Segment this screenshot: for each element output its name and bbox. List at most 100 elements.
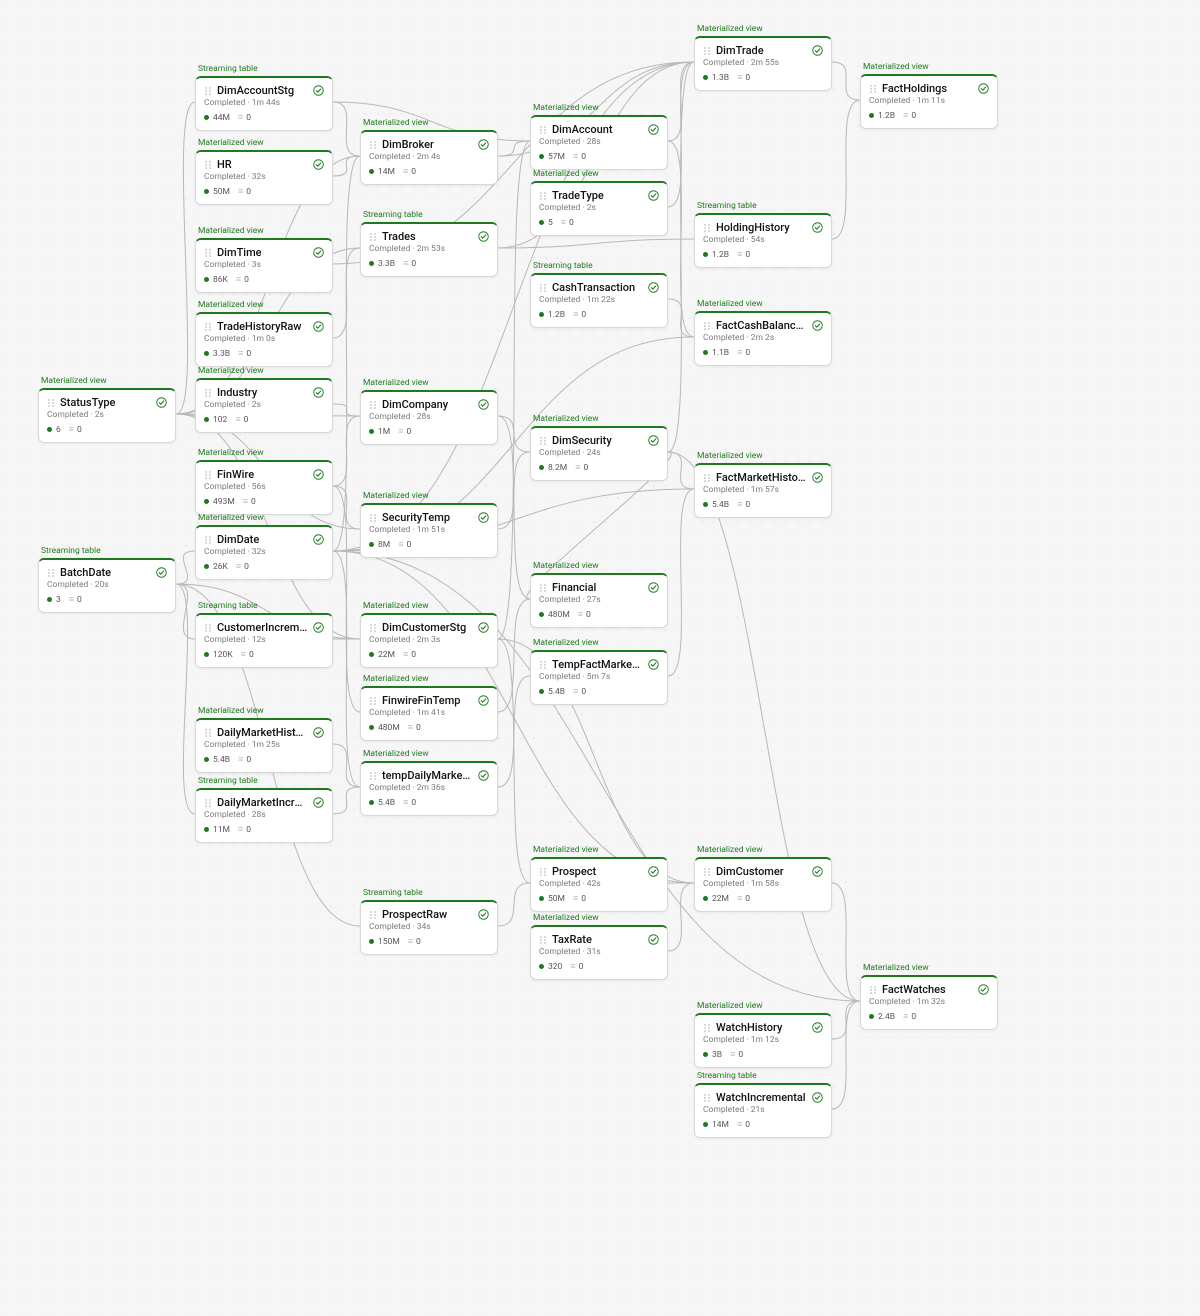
edge-dimTrade-factHoldings — [832, 62, 860, 100]
node-title: DimCustomer — [716, 865, 807, 878]
node-secondary-count: 0 — [581, 310, 586, 320]
status-dot-icon — [369, 725, 374, 730]
node-tempFactMH[interactable]: Materialized viewTempFactMarketH...Compl… — [530, 650, 668, 705]
node-dimAccountStg[interactable]: Streaming tableDimAccountStgCompleted · … — [195, 76, 333, 131]
status-dot-icon — [369, 429, 374, 434]
node-dimCustomer[interactable]: Materialized viewDimCustomerCompleted · … — [694, 857, 832, 912]
status-dot-icon — [703, 502, 708, 507]
node-metrics: 50M≡0 — [539, 893, 659, 904]
node-taxRate[interactable]: Materialized viewTaxRateCompleted · 31s3… — [530, 925, 668, 980]
status-dot-icon — [539, 612, 544, 617]
node-holdingHistory[interactable]: Streaming tableHoldingHistoryCompleted ·… — [694, 213, 832, 268]
edge-dimDate-dimBroker — [333, 156, 360, 551]
node-dailyMarketHist[interactable]: Materialized viewDailyMarketHistori...Co… — [195, 718, 333, 773]
node-financial[interactable]: Materialized viewFinancialCompleted · 27… — [530, 573, 668, 628]
drag-handle-icon — [539, 283, 547, 293]
node-trades[interactable]: Streaming tableTradesCompleted · 2m 53s3… — [360, 222, 498, 277]
node-factWatches[interactable]: Materialized viewFactWatchesCompleted · … — [860, 975, 998, 1030]
node-statusType[interactable]: Materialized viewStatusTypeCompleted · 2… — [38, 388, 176, 443]
node-dimDate[interactable]: Materialized viewDimDateCompleted · 32s2… — [195, 525, 333, 580]
node-dimBroker[interactable]: Materialized viewDimBrokerCompleted · 2m… — [360, 130, 498, 185]
node-factCashBalances[interactable]: Materialized viewFactCashBalancesComplet… — [694, 311, 832, 366]
node-tradeType[interactable]: Materialized viewTradeTypeCompleted · 2s… — [530, 181, 668, 236]
drag-handle-icon — [369, 400, 377, 410]
node-row-count: 1.1B — [712, 348, 729, 358]
node-factMarketHistory[interactable]: Materialized viewFactMarketHistoryComple… — [694, 463, 832, 518]
node-finWire[interactable]: Materialized viewFinWireCompleted · 56s4… — [195, 460, 333, 515]
node-secondary-count: 0 — [244, 275, 249, 285]
edge-securityTemp-dimSecurity — [498, 452, 530, 529]
node-secondary-count: 0 — [911, 1012, 916, 1022]
node-metrics: 120K≡0 — [204, 649, 324, 660]
node-title: FactCashBalances — [716, 319, 807, 332]
node-watchHistory[interactable]: Materialized viewWatchHistoryCompleted ·… — [694, 1013, 832, 1068]
drag-handle-icon — [703, 473, 711, 483]
node-prospect[interactable]: Materialized viewProspectCompleted · 42s… — [530, 857, 668, 912]
node-status: Completed · 1m 11s — [869, 96, 989, 106]
node-secondary-count: 0 — [411, 650, 416, 660]
node-securityTemp[interactable]: Materialized viewSecurityTempCompleted ·… — [360, 503, 498, 558]
status-dot-icon — [703, 252, 708, 257]
node-type-label: Streaming table — [41, 546, 101, 556]
bars-icon: ≡ — [243, 496, 247, 507]
node-metrics: 5.4B≡0 — [204, 754, 324, 765]
node-title: CustomerIncreme... — [217, 621, 308, 634]
node-metrics: 8.2M≡0 — [539, 462, 659, 473]
node-status: Completed · 21s — [703, 1105, 823, 1115]
node-type-label: Streaming table — [198, 776, 258, 786]
edge-tempFactMH-factMarketHistory — [668, 489, 694, 676]
node-metrics: 480M≡0 — [539, 609, 659, 620]
node-status: Completed · 32s — [204, 172, 324, 182]
status-dot-icon — [204, 564, 209, 569]
drag-handle-icon — [47, 568, 55, 578]
node-status: Completed · 34s — [369, 922, 489, 932]
edge-dimCustomer-factWatches — [832, 883, 860, 1001]
node-tempDailyMH[interactable]: Materialized viewtempDailyMarketH...Comp… — [360, 761, 498, 816]
node-metrics: 26K≡0 — [204, 561, 324, 572]
node-industry[interactable]: Materialized viewIndustryCompleted · 2s1… — [195, 378, 333, 433]
node-dimCompany[interactable]: Materialized viewDimCompanyCompleted · 2… — [360, 390, 498, 445]
node-watchIncremental[interactable]: Streaming tableWatchIncrementalCompleted… — [694, 1083, 832, 1138]
node-dimTrade[interactable]: Materialized viewDimTradeCompleted · 2m … — [694, 36, 832, 91]
node-row-count: 3B — [712, 1050, 722, 1060]
success-check-icon — [812, 45, 823, 56]
node-batchDate[interactable]: Streaming tableBatchDateCompleted · 20s3… — [38, 558, 176, 613]
edge-hr-dimBroker — [333, 156, 360, 176]
node-status: Completed · 32s — [204, 547, 324, 557]
edge-finwireFinTemp-financial — [498, 599, 530, 712]
node-cashTransaction[interactable]: Streaming tableCashTransactionCompleted … — [530, 273, 668, 328]
drag-handle-icon — [204, 470, 212, 480]
node-customerIncr[interactable]: Streaming tableCustomerIncreme...Complet… — [195, 613, 333, 668]
node-secondary-count: 0 — [745, 1120, 750, 1130]
node-factHoldings[interactable]: Materialized viewFactHoldingsCompleted ·… — [860, 74, 998, 129]
node-dimTime[interactable]: Materialized viewDimTimeCompleted · 3s86… — [195, 238, 333, 293]
bars-icon: ≡ — [737, 347, 741, 358]
success-check-icon — [313, 797, 324, 808]
node-type-label: Materialized view — [363, 601, 429, 611]
status-dot-icon — [204, 827, 209, 832]
node-prospectRaw[interactable]: Streaming tableProspectRawCompleted · 34… — [360, 900, 498, 955]
status-dot-icon — [539, 896, 544, 901]
node-type-label: Materialized view — [198, 706, 264, 716]
bars-icon: ≡ — [573, 151, 577, 162]
node-dimAccount[interactable]: Materialized viewDimAccountCompleted · 2… — [530, 115, 668, 170]
node-type-label: Materialized view — [198, 226, 264, 236]
node-title: WatchHistory — [716, 1021, 807, 1034]
node-tradeHistoryRaw[interactable]: Materialized viewTradeHistoryRawComplete… — [195, 312, 333, 367]
edge-watchIncremental-factWatches — [832, 1001, 860, 1109]
node-type-label: Materialized view — [533, 638, 599, 648]
node-dailyMarketIncr[interactable]: Streaming tableDailyMarketIncrem...Compl… — [195, 788, 333, 843]
node-metrics: 5≡0 — [539, 217, 659, 228]
node-dimSecurity[interactable]: Materialized viewDimSecurityCompleted · … — [530, 426, 668, 481]
node-hr[interactable]: Materialized viewHRCompleted · 32s50M≡0 — [195, 150, 333, 205]
node-status: Completed · 24s — [539, 448, 659, 458]
node-secondary-count: 0 — [411, 167, 416, 177]
node-type-label: Materialized view — [363, 118, 429, 128]
status-dot-icon — [204, 351, 209, 356]
node-status: Completed · 2m 4s — [369, 152, 489, 162]
node-status: Completed · 1m 22s — [539, 295, 659, 305]
node-status: Completed · 1m 58s — [703, 879, 823, 889]
node-dimCustomerStg[interactable]: Materialized viewDimCustomerStgCompleted… — [360, 613, 498, 668]
node-finwireFinTemp[interactable]: Materialized viewFinwireFinTempCompleted… — [360, 686, 498, 741]
status-dot-icon — [539, 220, 544, 225]
